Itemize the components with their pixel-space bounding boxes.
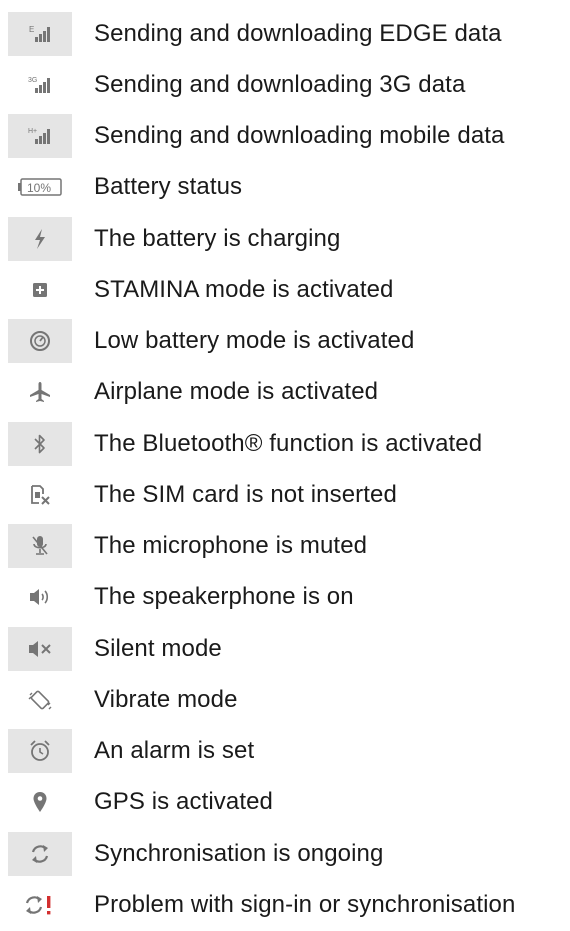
3g-signal-icon: 3G xyxy=(8,63,72,107)
list-item-label: The microphone is muted xyxy=(94,532,368,560)
list-item-label: The battery is charging xyxy=(94,224,341,252)
vibrate-icon xyxy=(8,678,72,722)
list-item: Airplane mode is activated xyxy=(8,367,570,418)
list-item: The SIM card is not inserted xyxy=(8,469,570,520)
list-item-label: Sending and downloading EDGE data xyxy=(94,19,502,47)
sync-problem-icon xyxy=(8,883,72,927)
hplus-signal-icon-text: H+ xyxy=(28,128,37,135)
list-item-label: Synchronisation is ongoing xyxy=(94,839,384,867)
speakerphone-icon xyxy=(8,575,72,619)
list-item-label: Silent mode xyxy=(94,634,222,662)
list-item-label: STAMINA mode is activated xyxy=(94,275,394,303)
list-item: An alarm is set xyxy=(8,726,570,777)
list-item: The battery is charging xyxy=(8,213,570,264)
battery-icon: 10% xyxy=(8,165,72,209)
list-item-label: The SIM card is not inserted xyxy=(94,480,397,508)
list-item: 3G Sending and downloading 3G data xyxy=(8,59,570,110)
charging-icon xyxy=(8,216,72,261)
list-item: 10% Battery status xyxy=(8,162,570,213)
list-item: GPS is activated xyxy=(8,777,570,828)
list-item-label: The Bluetooth® function is activated xyxy=(94,429,483,457)
list-item: Problem with sign-in or synchronisation xyxy=(8,879,570,930)
bluetooth-icon xyxy=(8,421,72,466)
list-item: Low battery mode is activated xyxy=(8,316,570,367)
list-item-label: Sending and downloading 3G data xyxy=(94,70,466,98)
list-item: Synchronisation is ongoing xyxy=(8,828,570,879)
low-battery-mode-icon xyxy=(8,319,72,364)
list-item-label: An alarm is set xyxy=(94,737,255,765)
status-icon-list: E Sending and downloading EDGE data 3G S… xyxy=(8,8,570,931)
3g-signal-icon-text: 3G xyxy=(28,77,37,84)
alarm-icon xyxy=(8,729,72,774)
list-item: The speakerphone is on xyxy=(8,572,570,623)
sync-icon xyxy=(8,831,72,876)
list-item: E Sending and downloading EDGE data xyxy=(8,8,570,59)
list-item: STAMINA mode is activated xyxy=(8,264,570,315)
list-item: The Bluetooth® function is activated xyxy=(8,418,570,469)
edge-signal-icon: E xyxy=(8,11,72,56)
no-sim-icon xyxy=(8,473,72,517)
list-item-label: Vibrate mode xyxy=(94,685,238,713)
list-item-label: Problem with sign-in or synchronisation xyxy=(94,890,516,918)
mic-muted-icon xyxy=(8,524,72,569)
list-item-label: Airplane mode is activated xyxy=(94,378,379,406)
edge-signal-icon-text: E xyxy=(29,25,34,34)
list-item: The microphone is muted xyxy=(8,521,570,572)
list-item-label: Battery status xyxy=(94,173,243,201)
airplane-icon xyxy=(8,370,72,414)
list-item-label: The speakerphone is on xyxy=(94,583,354,611)
list-item-label: Sending and downloading mobile data xyxy=(94,122,505,150)
stamina-icon xyxy=(8,268,72,312)
list-item-label: GPS is activated xyxy=(94,788,274,816)
gps-icon xyxy=(8,780,72,824)
list-item-label: Low battery mode is activated xyxy=(94,327,415,355)
list-item: Silent mode xyxy=(8,623,570,674)
hplus-signal-icon: H+ xyxy=(8,114,72,159)
list-item: Vibrate mode xyxy=(8,674,570,725)
battery-percent-text: 10% xyxy=(27,181,51,195)
silent-icon xyxy=(8,626,72,671)
list-item: H+ Sending and downloading mobile data xyxy=(8,111,570,162)
